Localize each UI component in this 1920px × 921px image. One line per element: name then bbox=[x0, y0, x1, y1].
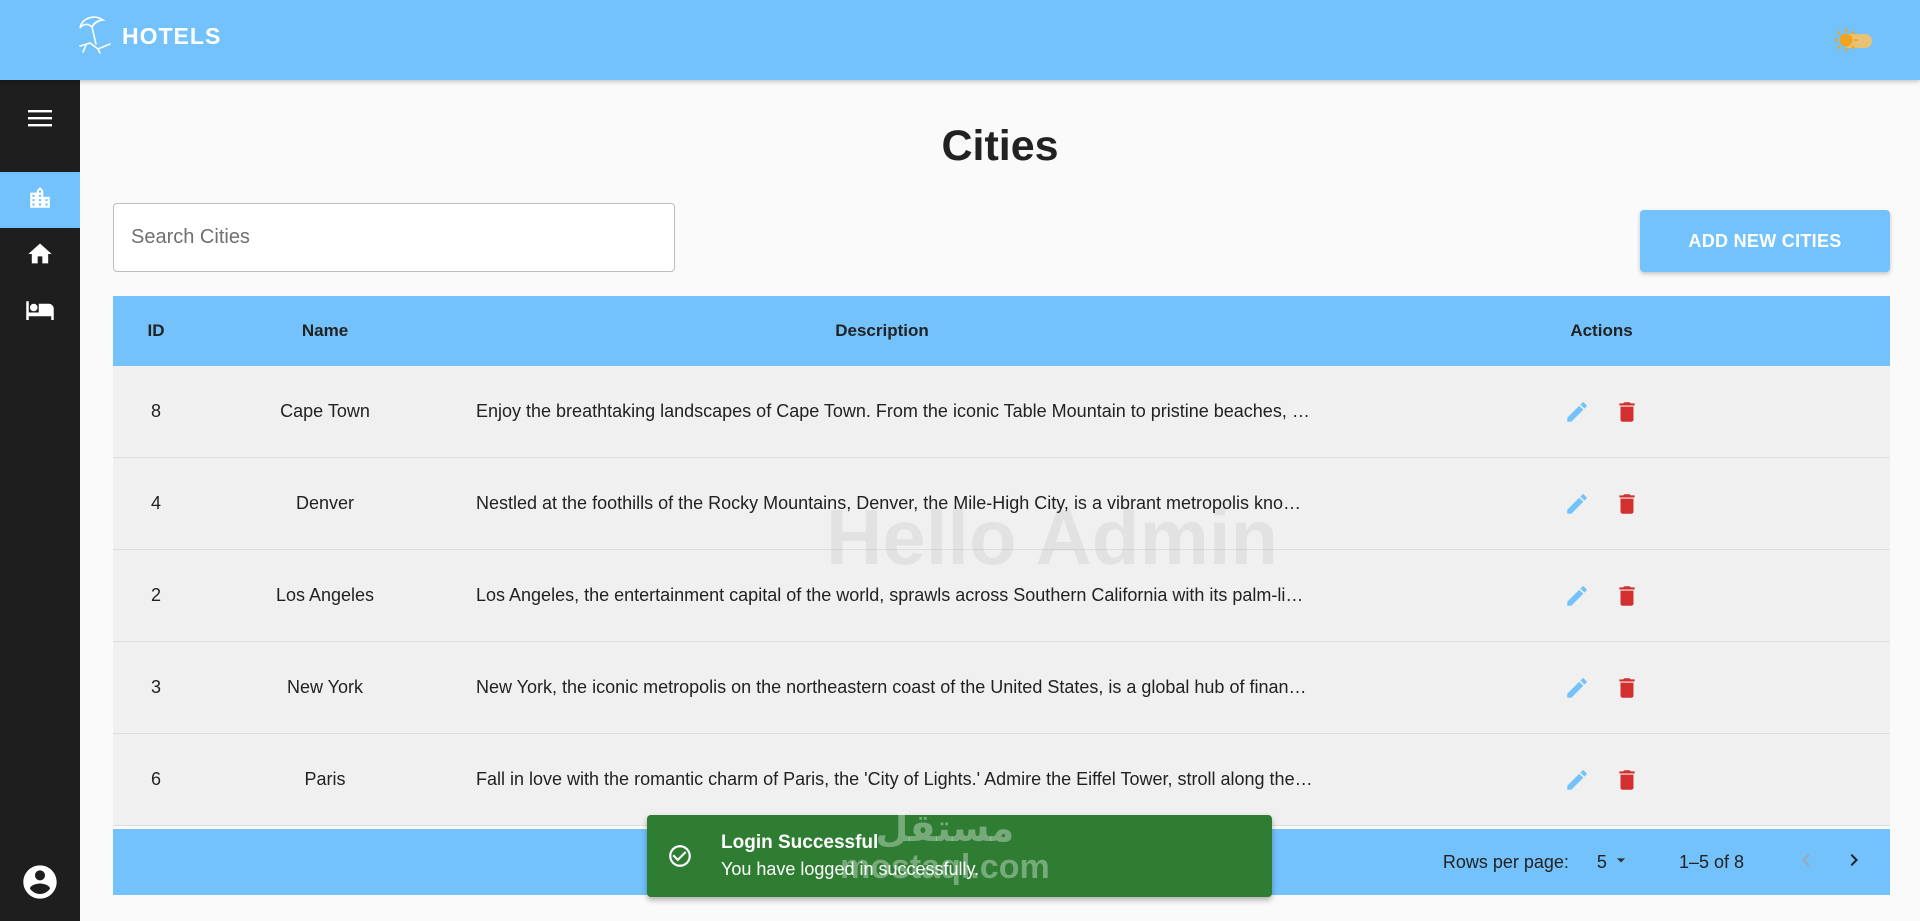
cell-description: Nestled at the foothills of the Rocky Mo… bbox=[476, 493, 1313, 513]
search-input[interactable] bbox=[113, 203, 675, 272]
cell-actions bbox=[1313, 583, 1890, 609]
chevron-left-icon bbox=[1794, 848, 1818, 877]
cell-description: Enjoy the breathtaking landscapes of Cap… bbox=[476, 401, 1313, 421]
sidebar-item-hotels[interactable] bbox=[0, 284, 80, 340]
cell-id: 8 bbox=[150, 401, 161, 421]
beach-umbrella-chair-icon bbox=[76, 12, 116, 61]
pencil-edit-icon[interactable] bbox=[1564, 583, 1590, 609]
cell-id: 4 bbox=[150, 493, 161, 513]
pencil-edit-icon[interactable] bbox=[1564, 491, 1590, 517]
top-app-bar: HOTELS bbox=[0, 0, 1920, 80]
caret-down-icon bbox=[1611, 850, 1631, 875]
cell-name: Los Angeles bbox=[275, 585, 375, 605]
sidebar bbox=[0, 80, 80, 921]
sidebar-item-home[interactable] bbox=[0, 228, 80, 284]
toast-content: Login Successful You have logged in succ… bbox=[721, 832, 979, 880]
cell-actions bbox=[1313, 491, 1890, 517]
trash-delete-icon[interactable] bbox=[1614, 675, 1640, 701]
column-header-name: Name bbox=[301, 321, 349, 340]
cell-id: 3 bbox=[150, 677, 161, 697]
check-circle-icon bbox=[667, 843, 693, 869]
toast-message: You have logged in successfully. bbox=[721, 859, 980, 879]
table-row: 4 Denver Nestled at the foothills of the… bbox=[113, 458, 1890, 550]
column-header-description: Description bbox=[835, 321, 929, 340]
pencil-edit-icon[interactable] bbox=[1564, 399, 1590, 425]
trash-delete-icon[interactable] bbox=[1614, 491, 1640, 517]
page-title: Cities bbox=[941, 122, 1059, 170]
main-content: Cities ADD NEW CITIES ID Name Descriptio… bbox=[80, 80, 1920, 921]
toast-title: Login Successful bbox=[721, 832, 879, 853]
cell-id: 6 bbox=[150, 769, 161, 789]
cell-actions bbox=[1313, 675, 1890, 701]
hotel-bed-icon bbox=[25, 295, 55, 330]
table-row: 3 New York New York, the iconic metropol… bbox=[113, 642, 1890, 734]
cell-id: 2 bbox=[150, 585, 161, 605]
pencil-edit-icon[interactable] bbox=[1564, 767, 1590, 793]
login-success-toast: Login Successful You have logged in succ… bbox=[647, 815, 1272, 897]
column-header-actions: Actions bbox=[1570, 321, 1633, 340]
cell-name: Cape Town bbox=[280, 401, 370, 421]
brand[interactable]: HOTELS bbox=[76, 12, 221, 61]
home-icon bbox=[26, 240, 54, 273]
chevron-right-icon bbox=[1842, 848, 1866, 877]
cell-actions bbox=[1313, 399, 1890, 425]
rows-per-page-select[interactable]: 5 bbox=[1597, 850, 1631, 875]
pencil-edit-icon[interactable] bbox=[1564, 675, 1590, 701]
trash-delete-icon[interactable] bbox=[1614, 399, 1640, 425]
account-circle-icon[interactable] bbox=[20, 862, 60, 902]
menu-icon bbox=[27, 108, 53, 133]
rows-per-page-label: Rows per page: bbox=[1442, 851, 1569, 872]
cities-table: ID Name Description Actions 8 Cape Town … bbox=[113, 296, 1890, 826]
sun-toggle-icon bbox=[1826, 28, 1876, 58]
city-buildings-icon bbox=[27, 185, 53, 216]
table-row: 6 Paris Fall in love with the romantic c… bbox=[113, 734, 1890, 826]
table-header: ID Name Description Actions bbox=[113, 296, 1890, 366]
sidebar-menu-button[interactable] bbox=[0, 92, 80, 148]
table-row: 2 Los Angeles Los Angeles, the entertain… bbox=[113, 550, 1890, 642]
trash-delete-icon[interactable] bbox=[1614, 767, 1640, 793]
cell-name: Paris bbox=[304, 769, 346, 789]
previous-page-button[interactable] bbox=[1782, 838, 1830, 886]
theme-toggle[interactable] bbox=[1826, 26, 1876, 54]
add-new-cities-button[interactable]: ADD NEW CITIES bbox=[1640, 210, 1890, 272]
table-row: 8 Cape Town Enjoy the breathtaking lands… bbox=[113, 366, 1890, 458]
column-header-id: ID bbox=[147, 321, 165, 340]
cell-description: Fall in love with the romantic charm of … bbox=[476, 769, 1313, 789]
sidebar-item-cities[interactable] bbox=[0, 172, 80, 228]
cell-name: Denver bbox=[295, 493, 355, 513]
cell-description: New York, the iconic metropolis on the n… bbox=[476, 677, 1313, 697]
rows-per-page-value: 5 bbox=[1596, 851, 1607, 872]
cell-actions bbox=[1313, 767, 1890, 793]
trash-delete-icon[interactable] bbox=[1614, 583, 1640, 609]
pagination-range: 1–5 of 8 bbox=[1678, 851, 1744, 872]
cell-name: New York bbox=[286, 677, 364, 697]
brand-name: HOTELS bbox=[122, 23, 222, 49]
next-page-button[interactable] bbox=[1830, 838, 1878, 886]
cell-description: Los Angeles, the entertainment capital o… bbox=[476, 585, 1313, 605]
